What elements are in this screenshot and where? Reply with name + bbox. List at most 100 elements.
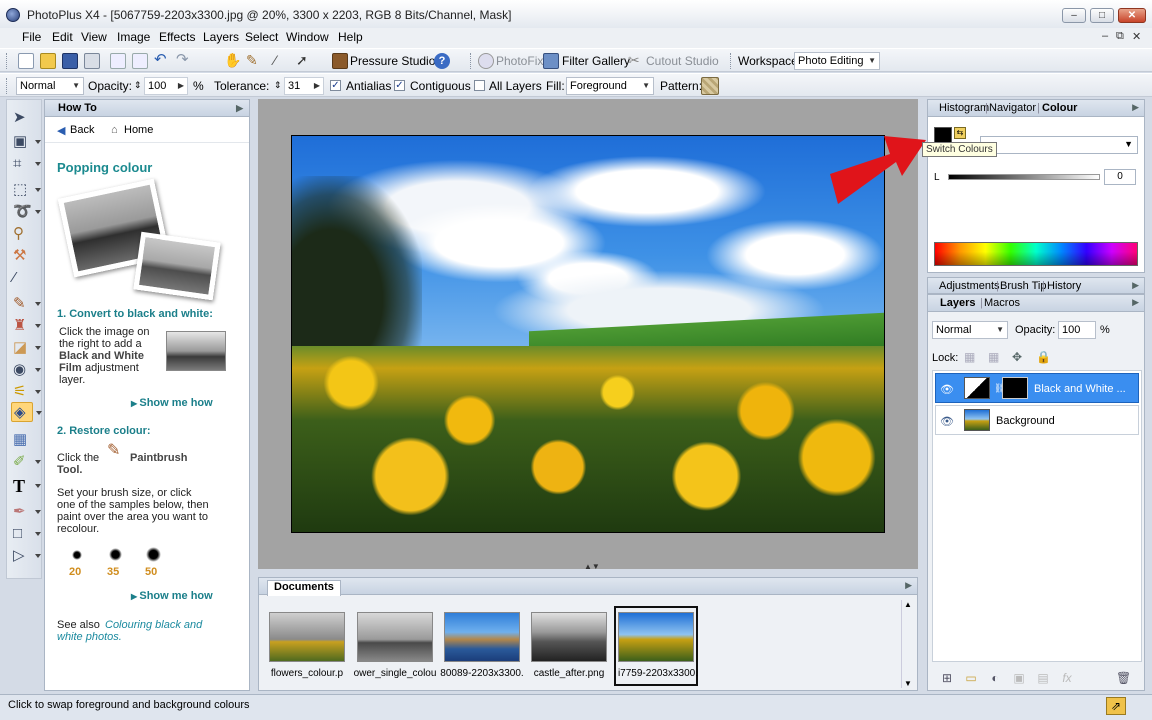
- paintbrush-tool[interactable]: ✎: [11, 294, 41, 314]
- photofix-button[interactable]: PhotoFix: [496, 54, 543, 68]
- back-icon[interactable]: ◀: [57, 124, 65, 137]
- fill-tool[interactable]: ◈: [11, 402, 42, 422]
- mdi-restore-button[interactable]: ⧉: [1116, 30, 1124, 43]
- menu-window[interactable]: Window: [286, 30, 329, 44]
- layer-opacity-input[interactable]: 100: [1058, 321, 1096, 339]
- menu-effects[interactable]: Effects: [159, 30, 195, 44]
- menu-edit[interactable]: Edit: [52, 30, 73, 44]
- tab-navigator[interactable]: Navigator: [989, 102, 1036, 114]
- redo-icon[interactable]: ↷: [176, 52, 192, 69]
- new-layer-icon[interactable]: ⊞: [940, 671, 954, 685]
- menu-file[interactable]: File: [22, 30, 41, 44]
- red-eye-tool[interactable]: ◉: [11, 360, 41, 380]
- toolbar-grip[interactable]: [6, 53, 9, 69]
- layer-row[interactable]: 👁 Background: [935, 405, 1139, 435]
- pattern-swatch[interactable]: [701, 77, 719, 95]
- brush-sample-35[interactable]: [109, 548, 122, 561]
- menu-layers[interactable]: Layers: [203, 30, 239, 44]
- brush-icon[interactable]: ✎: [246, 53, 262, 69]
- blend-mode-select[interactable]: Normal ▼: [16, 77, 84, 95]
- layer-blend-mode-select[interactable]: Normal ▼: [932, 321, 1008, 339]
- tab-layers[interactable]: Layers: [940, 297, 975, 309]
- lasso-tool[interactable]: ➰: [11, 202, 41, 222]
- menu-view[interactable]: View: [81, 30, 107, 44]
- lock-transparency-icon[interactable]: ▦: [964, 350, 975, 364]
- panel-menu-icon[interactable]: ▶: [1132, 102, 1139, 113]
- document-thumbnail[interactable]: flowers_colour.p: [265, 606, 349, 686]
- show-me-how-link[interactable]: ▶ Show me how: [131, 590, 213, 602]
- mask-thumbnail[interactable]: [1002, 377, 1028, 399]
- bw-film-thumbnail[interactable]: [166, 331, 226, 371]
- menu-select[interactable]: Select: [245, 30, 278, 44]
- maximize-button[interactable]: □: [1090, 8, 1114, 23]
- paste-icon[interactable]: [132, 53, 148, 69]
- mdi-close-button[interactable]: ✕: [1132, 30, 1141, 43]
- new-group-icon[interactable]: ▭: [964, 671, 978, 685]
- document-thumbnail[interactable]: 80089-2203x3300.: [440, 606, 524, 686]
- document-thumbnail[interactable]: ower_single_colou: [353, 606, 437, 686]
- how-to-tab[interactable]: How To ▶: [45, 100, 249, 117]
- antialias-checkbox[interactable]: ✓: [330, 80, 341, 91]
- new-file-icon[interactable]: [18, 53, 34, 69]
- documents-scrollbar[interactable]: ▲ ▼: [901, 600, 913, 688]
- pen-tool[interactable]: ✒: [11, 502, 41, 522]
- scroll-up-icon[interactable]: ▲: [904, 600, 912, 609]
- visibility-eye-icon[interactable]: 👁: [940, 415, 954, 428]
- fill-select[interactable]: Foreground ▼: [566, 77, 654, 95]
- foreground-colour-swatch[interactable]: [934, 127, 952, 143]
- filter-gallery-button[interactable]: Filter Gallery: [562, 54, 630, 68]
- lock-pixels-icon[interactable]: ▦: [988, 350, 999, 364]
- pan-hand-icon[interactable]: ✋: [224, 53, 241, 69]
- help-icon[interactable]: ?: [434, 53, 450, 69]
- filter-gallery-icon[interactable]: [543, 53, 559, 69]
- tab-history[interactable]: History: [1047, 280, 1081, 292]
- workspace-select[interactable]: Photo Editing ▼: [794, 52, 880, 70]
- toolbar-grip[interactable]: [6, 78, 9, 94]
- mdi-minimize-button[interactable]: –: [1102, 30, 1108, 42]
- switch-colours-icon[interactable]: ⇆: [954, 127, 966, 139]
- smart-tool[interactable]: ⚒: [11, 246, 33, 266]
- sunflower-photo[interactable]: [291, 135, 885, 533]
- photofix-icon[interactable]: [478, 53, 494, 69]
- mask-options-icon[interactable]: ▤: [1036, 671, 1050, 685]
- text-tool[interactable]: T: [11, 476, 41, 496]
- colour-mode-select[interactable]: ▼: [980, 136, 1138, 154]
- warp-tool[interactable]: ▦: [11, 430, 33, 450]
- delete-layer-icon[interactable]: 🗑: [1116, 671, 1131, 685]
- panel-menu-icon[interactable]: ▶: [905, 580, 912, 591]
- magic-wand-tool[interactable]: ⚲: [11, 224, 33, 244]
- pressure-studio-icon[interactable]: [332, 53, 348, 69]
- visibility-eye-icon[interactable]: 👁: [940, 383, 954, 396]
- panel-menu-icon[interactable]: ▶: [1132, 297, 1139, 308]
- document-thumbnail[interactable]: castle_after.png: [527, 606, 611, 686]
- toolbar-grip[interactable]: [730, 53, 733, 69]
- opacity-input[interactable]: 100 ▶: [144, 77, 188, 95]
- tab-histogram[interactable]: Histogram: [939, 102, 989, 114]
- lock-position-icon[interactable]: ✥: [1012, 350, 1022, 364]
- copy-icon[interactable]: [110, 53, 126, 69]
- cutout-studio-button[interactable]: Cutout Studio: [646, 54, 719, 68]
- back-button[interactable]: Back: [70, 124, 94, 136]
- rectangle-select-tool[interactable]: ⬚: [11, 180, 41, 200]
- pointer-icon[interactable]: ➚: [296, 53, 312, 69]
- lock-all-icon[interactable]: 🔒: [1036, 350, 1051, 364]
- navigator-icon[interactable]: ⇗: [1106, 697, 1126, 715]
- brush-sample-20[interactable]: [72, 550, 82, 560]
- adjustment-layer-icon[interactable]: ◐: [988, 671, 1002, 685]
- lightness-input[interactable]: 0: [1104, 169, 1136, 185]
- print-icon[interactable]: [84, 53, 100, 69]
- tab-macros[interactable]: Macros: [984, 297, 1020, 309]
- spin-icon[interactable]: ⇕: [274, 80, 282, 91]
- eyedropper-tool[interactable]: ⁄: [11, 268, 33, 288]
- documents-tab[interactable]: Documents: [267, 580, 341, 596]
- close-button[interactable]: ✕: [1118, 8, 1146, 23]
- crop-tool[interactable]: ⌗: [11, 154, 41, 174]
- canvas-area[interactable]: ▲▼: [258, 99, 918, 571]
- tab-colour[interactable]: Colour: [1042, 102, 1077, 114]
- menu-image[interactable]: Image: [117, 30, 150, 44]
- gradient-tool[interactable]: ✐: [11, 452, 41, 472]
- eraser-tool[interactable]: ◪: [11, 338, 41, 358]
- node-edit-tool[interactable]: ▷: [11, 546, 41, 566]
- dodge-tool[interactable]: ⚟: [11, 382, 41, 402]
- tab-brush-tip[interactable]: Brush Tip: [1000, 280, 1046, 292]
